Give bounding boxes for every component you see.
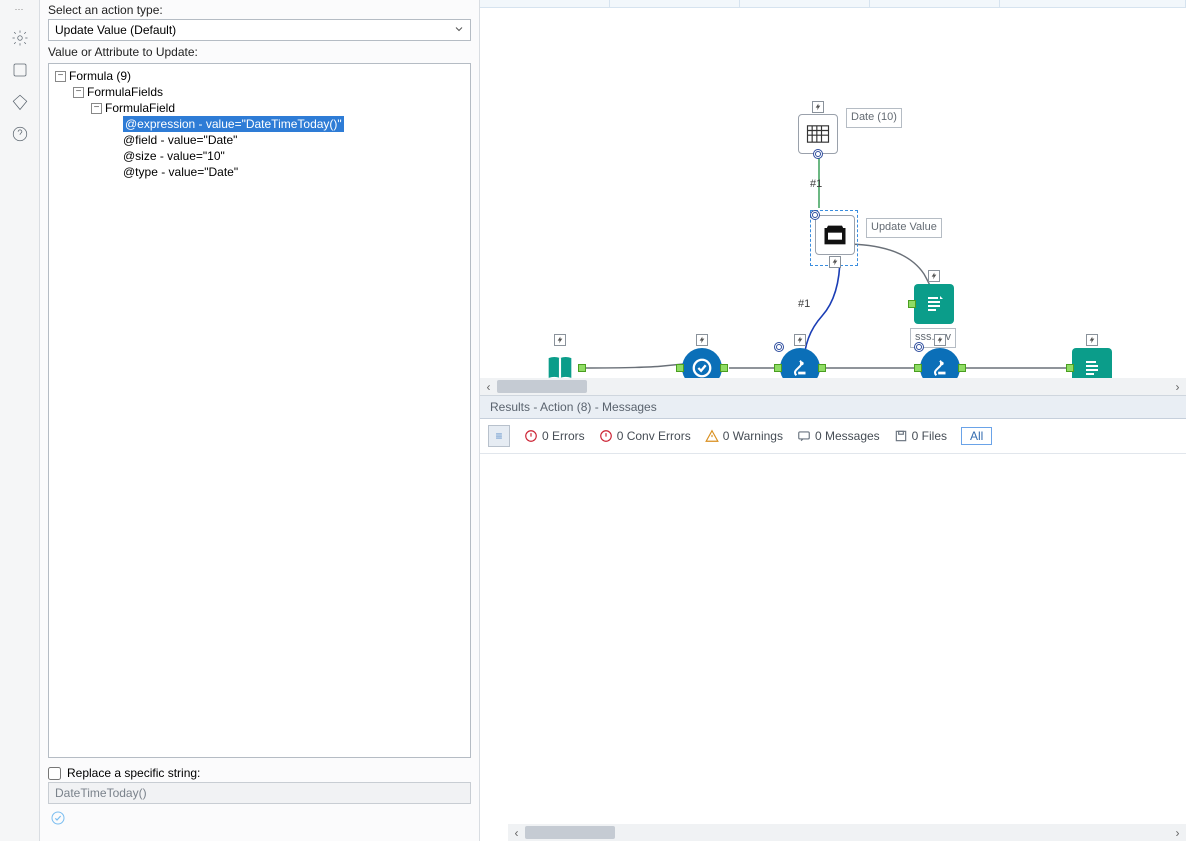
node-label: Update Value: [866, 218, 942, 238]
scroll-left-icon[interactable]: ‹: [508, 824, 525, 841]
lightning-icon: [696, 334, 708, 346]
scroll-right-icon[interactable]: ›: [1169, 824, 1186, 841]
lightning-icon: [554, 334, 566, 346]
tree-collapse-icon[interactable]: −: [73, 87, 84, 98]
tree-row-selected[interactable]: @expression - value="DateTimeToday()": [53, 116, 466, 132]
lightning-icon: [794, 334, 806, 346]
results-body: ‹ ›: [480, 454, 1186, 841]
status-ok-icon: [48, 804, 471, 835]
tree-row[interactable]: −FormulaFields: [53, 84, 466, 100]
tag-icon[interactable]: [11, 93, 29, 111]
converrors-filter[interactable]: 0 Conv Errors: [599, 429, 691, 443]
canvas-hscroll[interactable]: ‹ ›: [480, 378, 1186, 395]
magnifier-icon[interactable]: [774, 342, 784, 352]
node-label: Date (10): [846, 108, 902, 128]
tree-row[interactable]: @field - value="Date": [53, 132, 466, 148]
results-layout-icon[interactable]: [488, 425, 510, 447]
navigator-icon[interactable]: [11, 61, 29, 79]
value-attr-label: Value or Attribute to Update:: [48, 45, 471, 59]
action-type-label: Select an action type:: [48, 3, 471, 17]
scroll-thumb[interactable]: [497, 380, 587, 393]
lightning-icon: [934, 334, 946, 346]
xml-tree[interactable]: −Formula (9) −FormulaFields −FormulaFiel…: [48, 63, 471, 758]
tree-row[interactable]: @type - value="Date": [53, 164, 466, 180]
connection-label: #1: [798, 298, 810, 310]
lightning-icon: [1086, 334, 1098, 346]
tree-collapse-icon[interactable]: −: [91, 103, 102, 114]
replace-label: Replace a specific string:: [67, 766, 200, 780]
message-icon: [797, 429, 811, 443]
tree-row[interactable]: −FormulaField: [53, 100, 466, 116]
input-anchor[interactable]: [908, 300, 916, 308]
output-data-tool[interactable]: [914, 284, 954, 324]
tree-collapse-icon[interactable]: −: [55, 71, 66, 82]
panel-drag-dots: ⋯: [15, 4, 25, 15]
output-anchor[interactable]: [578, 364, 586, 372]
input-anchor[interactable]: [1066, 364, 1074, 372]
output-anchor[interactable]: [720, 364, 728, 372]
text-input-tool[interactable]: [798, 114, 838, 154]
scroll-left-icon[interactable]: ‹: [480, 378, 497, 395]
help-icon[interactable]: [11, 125, 29, 143]
tree-row[interactable]: −Formula (9): [53, 68, 466, 84]
action-tool[interactable]: [815, 215, 855, 255]
input-anchor[interactable]: [676, 364, 684, 372]
tab-strip: [480, 0, 1186, 8]
all-filter[interactable]: All: [961, 427, 992, 445]
replace-input[interactable]: [48, 782, 471, 804]
output-anchor[interactable]: [958, 364, 966, 372]
input-anchor[interactable]: [914, 364, 922, 372]
warnings-filter[interactable]: 0 Warnings: [705, 429, 783, 443]
results-header: Results - Action (8) - Messages: [480, 396, 1186, 419]
connection-label: #1: [810, 178, 822, 190]
selection-box: [810, 210, 858, 266]
scroll-thumb[interactable]: [525, 826, 615, 839]
files-filter[interactable]: 0 Files: [894, 429, 947, 443]
magnifier-icon[interactable]: [810, 210, 820, 220]
lightning-icon: [812, 101, 824, 113]
warning-icon: [705, 429, 719, 443]
workflow-canvas[interactable]: Date (10) #1 Update Value #1: [480, 8, 1186, 395]
gear-icon[interactable]: [11, 29, 29, 47]
error-icon: [599, 429, 613, 443]
output-anchor[interactable]: [818, 364, 826, 372]
action-type-select[interactable]: [48, 19, 471, 41]
messages-filter[interactable]: 0 Messages: [797, 429, 880, 443]
scroll-right-icon[interactable]: ›: [1169, 378, 1186, 395]
replace-checkbox[interactable]: [48, 767, 61, 780]
tree-row[interactable]: @size - value="10": [53, 148, 466, 164]
save-icon: [894, 429, 908, 443]
lightning-icon: [829, 256, 841, 268]
error-icon: [524, 429, 538, 443]
magnifier-icon[interactable]: [813, 149, 823, 159]
lightning-icon: [928, 270, 940, 282]
errors-filter[interactable]: 0 Errors: [524, 429, 585, 443]
results-hscroll[interactable]: ‹ ›: [508, 824, 1186, 841]
input-anchor[interactable]: [774, 364, 782, 372]
magnifier-icon[interactable]: [914, 342, 924, 352]
